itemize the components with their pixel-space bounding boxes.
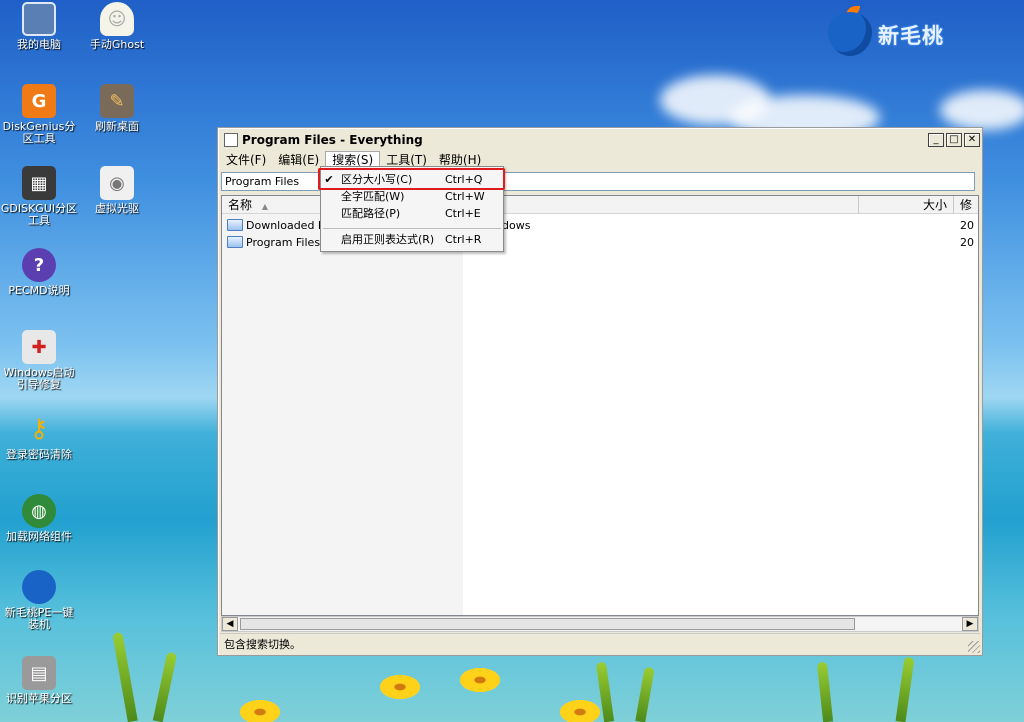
gdiskgui-icon: ▦ xyxy=(22,166,56,200)
flower xyxy=(560,700,600,722)
flower xyxy=(240,700,280,722)
close-button[interactable]: ✕ xyxy=(964,133,980,147)
list-item-date: 20 xyxy=(960,219,974,232)
name-column-pane xyxy=(222,214,463,615)
menu-item-whole-word[interactable]: 全字匹配(W) Ctrl+W xyxy=(321,188,503,204)
desktop-icon-install[interactable]: 新毛桃PE一键装机 xyxy=(0,570,78,631)
desktop-icon-password-clear[interactable]: ⚷ 登录密码清除 xyxy=(0,412,78,461)
computer-icon xyxy=(22,2,56,36)
menu-separator xyxy=(323,228,501,229)
resize-grip-icon[interactable] xyxy=(968,641,980,653)
horizontal-scrollbar[interactable]: ◀ ▶ xyxy=(221,616,979,632)
folder-icon xyxy=(227,219,243,231)
menu-item-shortcut: Ctrl+W xyxy=(445,189,485,203)
highlight-box xyxy=(318,168,505,190)
desktop-icon-label: 手动Ghost xyxy=(89,38,145,51)
status-bar: 包含搜索切换。 xyxy=(220,633,980,653)
desktop-icon-virtual-cd[interactable]: ◉ 虚拟光驱 xyxy=(78,166,156,215)
help-icon: ? xyxy=(22,248,56,282)
flower xyxy=(380,675,420,699)
ghost-icon: ☺ xyxy=(100,2,134,36)
column-modified[interactable]: 修 xyxy=(954,196,978,214)
grass-blade xyxy=(895,656,915,722)
list-item-path: dows xyxy=(502,219,531,232)
sort-asc-icon: ▲ xyxy=(261,202,268,211)
menu-item-match-path[interactable]: 匹配路径(P) Ctrl+E xyxy=(321,205,503,221)
desktop-icon-label: 刷新桌面 xyxy=(95,120,139,133)
list-item[interactable]: Program Files xyxy=(227,234,320,250)
network-icon: ◍ xyxy=(22,494,56,528)
brand-logo: 新毛桃 xyxy=(826,6,966,56)
desktop-icon-boot-repair[interactable]: ✚ Windows启动引导修复 xyxy=(0,330,78,391)
refresh-desktop-icon: ✎ xyxy=(100,84,134,118)
grass-blade xyxy=(152,651,178,722)
column-modified-label: 修 xyxy=(959,198,972,212)
desktop-icon-label: PECMD说明 xyxy=(8,284,70,297)
scroll-right-arrow-icon[interactable]: ▶ xyxy=(962,617,978,631)
menu-item-regex[interactable]: 启用正则表达式(R) Ctrl+R xyxy=(321,231,503,247)
virtual-cd-icon: ◉ xyxy=(100,166,134,200)
list-item-date: 20 xyxy=(960,236,974,249)
mac-partition-icon: ▤ xyxy=(22,656,56,690)
desktop-icon-gdiskgui[interactable]: ▦ GDISKGUI分区工具 xyxy=(0,166,78,227)
desktop-icon-label: Windows启动引导修复 xyxy=(3,366,75,391)
minimize-button[interactable]: _ xyxy=(928,133,944,147)
desktop-icon-my-computer[interactable]: 我的电脑 xyxy=(0,2,78,51)
peach-install-icon xyxy=(22,570,56,604)
desktop-icon-label: 登录密码清除 xyxy=(6,448,72,461)
column-name-label: 名称 xyxy=(228,198,253,212)
list-item-name: Program Files xyxy=(246,235,321,249)
desktop-icon-label: DiskGenius分区工具 xyxy=(2,120,76,145)
menu-item-label: 启用正则表达式(R) xyxy=(341,233,435,246)
desktop-icon-label: GDISKGUI分区工具 xyxy=(0,202,78,227)
menu-item-label: 全字匹配(W) xyxy=(341,190,405,203)
boot-repair-icon: ✚ xyxy=(22,330,56,364)
brand-name: 新毛桃 xyxy=(878,23,944,48)
flower xyxy=(460,668,500,692)
cloud xyxy=(940,90,1024,130)
grass-blade xyxy=(816,661,834,722)
desktop-icon-mac-partition[interactable]: ▤ 识别苹果分区 xyxy=(0,656,78,705)
column-size[interactable]: 大小 xyxy=(859,196,954,214)
scroll-left-arrow-icon[interactable]: ◀ xyxy=(222,617,238,631)
desktop-icon-label: 新毛桃PE一键装机 xyxy=(4,606,74,631)
maximize-button[interactable]: □ xyxy=(946,133,962,147)
results-list[interactable]: 名称 ▲ 大小 修 Downloaded Pro dows 20 Program… xyxy=(221,195,979,616)
key-icon: ⚷ xyxy=(29,414,49,444)
desktop-icon-label: 虚拟光驱 xyxy=(95,202,139,215)
desktop-icon-ghost[interactable]: ☺ 手动Ghost xyxy=(78,2,156,51)
menu-item-label: 匹配路径(P) xyxy=(341,207,401,220)
column-size-label: 大小 xyxy=(922,198,947,212)
menu-edit[interactable]: 编辑(E) xyxy=(272,151,325,169)
menu-file[interactable]: 文件(F) xyxy=(220,151,272,169)
desktop-icon-refresh[interactable]: ✎ 刷新桌面 xyxy=(78,84,156,133)
menu-item-shortcut: Ctrl+R xyxy=(445,232,482,246)
column-path[interactable] xyxy=(461,196,859,214)
desktop-icon-label: 识别苹果分区 xyxy=(6,692,72,705)
menu-item-shortcut: Ctrl+E xyxy=(445,206,481,220)
desktop-icon-label: 加载网络组件 xyxy=(6,530,72,543)
grass-blade xyxy=(635,666,655,722)
peach-logo-icon xyxy=(828,12,872,56)
desktop-icon-pecmd[interactable]: ? PECMD说明 xyxy=(0,248,78,297)
grass-blade xyxy=(112,631,138,722)
folder-icon xyxy=(227,236,243,248)
desktop-icon-diskgenius[interactable]: G DiskGenius分区工具 xyxy=(0,84,78,145)
scroll-thumb[interactable] xyxy=(240,618,855,630)
window-title: Program Files - Everything xyxy=(242,133,423,147)
window-titlebar[interactable]: Program Files - Everything _ □ ✕ xyxy=(220,130,980,150)
desktop-icon-network[interactable]: ◍ 加载网络组件 xyxy=(0,494,78,543)
desktop-icon-label: 我的电脑 xyxy=(17,38,61,51)
diskgenius-icon: G xyxy=(22,84,56,118)
app-icon xyxy=(224,133,238,147)
